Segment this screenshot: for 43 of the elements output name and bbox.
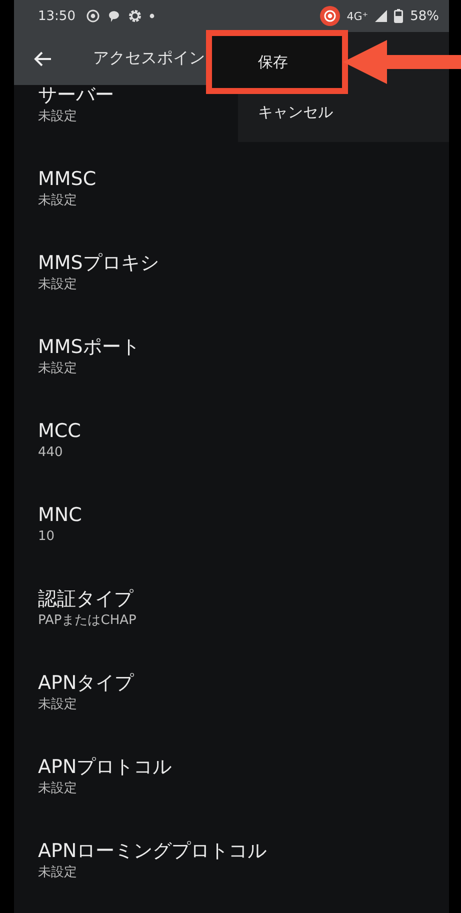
- setting-title: MNC: [38, 503, 82, 528]
- target-icon: [86, 9, 100, 23]
- setting-item[interactable]: MMSプロキシ 未設定: [14, 230, 449, 314]
- setting-value: 未設定: [38, 108, 77, 126]
- setting-title: APNプロトコル: [38, 755, 172, 780]
- battery-level: 58%: [410, 8, 439, 24]
- setting-item[interactable]: APNプロトコル 未設定: [14, 734, 449, 818]
- setting-item[interactable]: MMSポート 未設定: [14, 314, 449, 398]
- setting-value: 未設定: [38, 696, 77, 714]
- gear-icon: [128, 9, 142, 23]
- menu-item[interactable]: キャンセル: [238, 88, 449, 136]
- setting-item[interactable]: MCC 440: [14, 398, 449, 482]
- setting-item[interactable]: MNC 10: [14, 482, 449, 566]
- dot-icon: [149, 13, 156, 19]
- chat-bubble-icon: [107, 9, 122, 23]
- network-type: 4G⁺: [346, 10, 368, 22]
- setting-title: MMSポート: [38, 335, 140, 360]
- setting-value: PAPまたはCHAP: [38, 612, 136, 630]
- setting-item[interactable]: MMSC 未設定: [14, 146, 449, 230]
- setting-title: MMSプロキシ: [38, 251, 159, 276]
- setting-value: 10: [38, 528, 55, 546]
- setting-value: 未設定: [38, 864, 77, 882]
- battery-icon: [394, 9, 404, 23]
- setting-item[interactable]: APNローミングプロトコル 未設定: [14, 818, 449, 902]
- status-time: 13:50: [38, 8, 76, 24]
- signal-icon: [375, 10, 388, 22]
- setting-value: 未設定: [38, 780, 77, 798]
- menu-item[interactable]: 保存: [212, 36, 342, 88]
- recording-icon: [320, 6, 340, 26]
- setting-value: 未設定: [38, 360, 77, 378]
- setting-title: MMSC: [38, 167, 96, 192]
- setting-value: 未設定: [38, 192, 77, 210]
- setting-title: サーバー: [38, 83, 114, 108]
- setting-item[interactable]: APNタイプ 未設定: [14, 650, 449, 734]
- setting-title: 認証タイプ: [38, 587, 133, 612]
- back-arrow-icon: [34, 50, 52, 66]
- setting-title: APNタイプ: [38, 671, 134, 696]
- setting-value: 未設定: [38, 276, 77, 294]
- setting-title: APNローミングプロトコル: [38, 839, 267, 864]
- setting-item[interactable]: 認証タイプ PAPまたはCHAP: [14, 566, 449, 650]
- setting-value: 440: [38, 444, 63, 462]
- screen-title: アクセスポイン: [93, 48, 205, 69]
- setting-title: MCC: [38, 419, 81, 444]
